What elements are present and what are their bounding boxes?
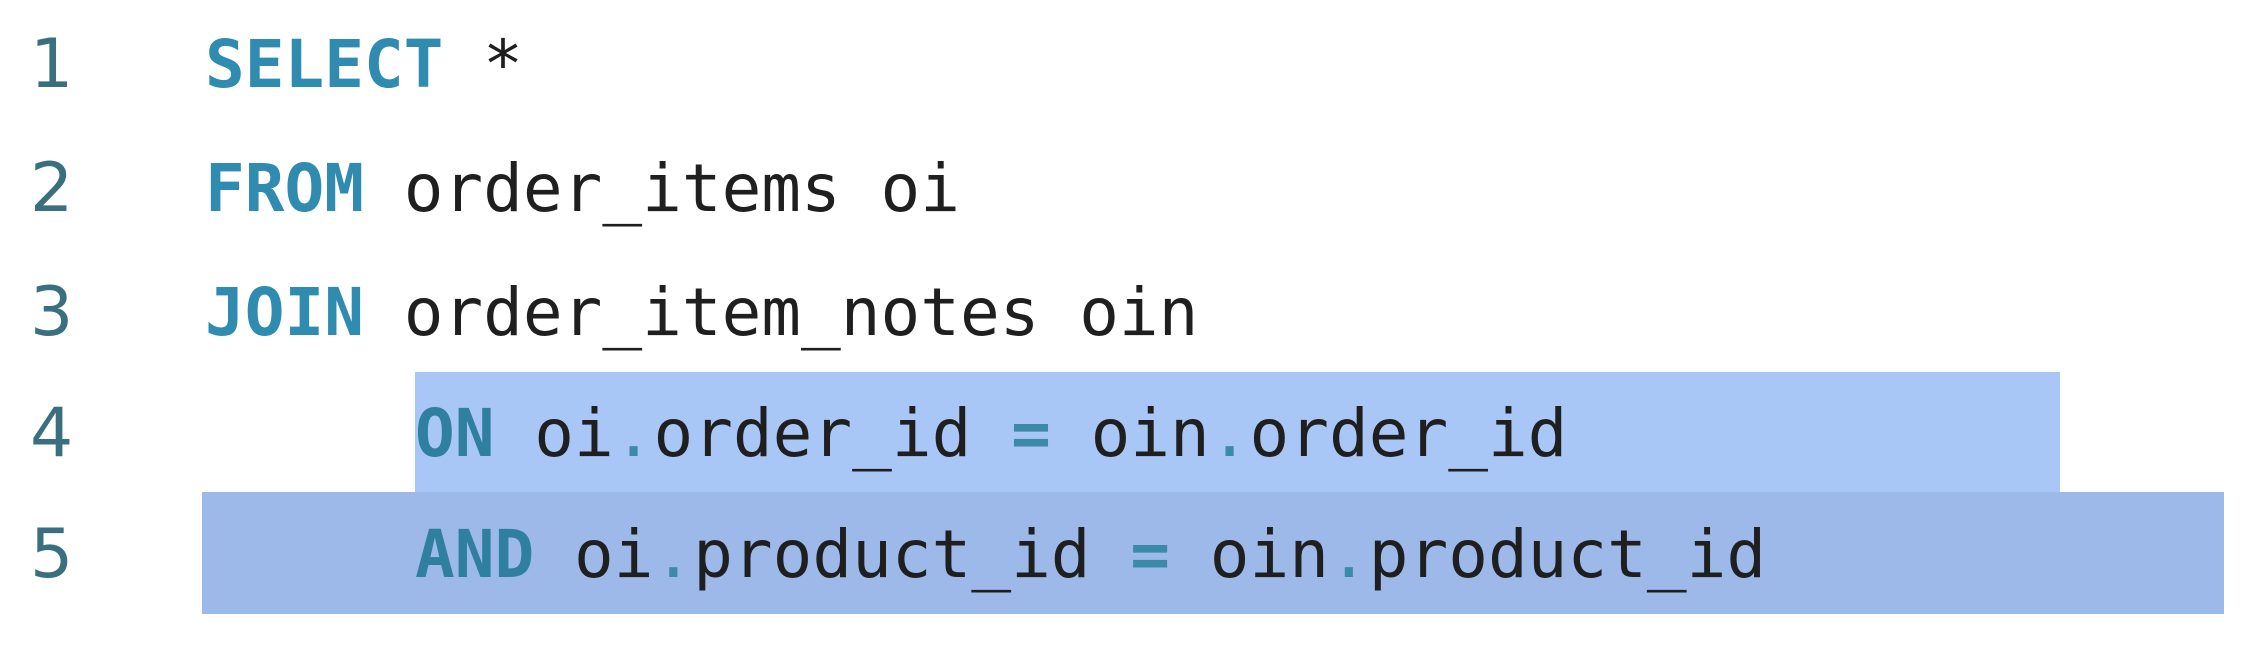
join-table: order_item_notes oin: [363, 274, 1199, 351]
from-table: order_items oi: [363, 150, 960, 227]
code-line-1[interactable]: 1 SELECT *: [0, 3, 2264, 127]
right-alias: oin: [1090, 395, 1210, 472]
code-line-3[interactable]: 3 JOIN order_item_notes oin: [0, 251, 2264, 375]
sql-keyword-join: JOIN: [205, 274, 364, 351]
code-text[interactable]: SELECT *: [205, 3, 523, 127]
code-text[interactable]: ON oi.order_id = oin.order_id: [415, 372, 1567, 496]
code-line-4[interactable]: 4 ON oi.order_id = oin.order_id: [0, 372, 2264, 496]
left-column: order_id: [653, 395, 972, 472]
member-dot: .: [653, 516, 694, 593]
code-text[interactable]: FROM order_items oi: [205, 127, 960, 251]
sql-keyword-on: ON: [415, 395, 495, 472]
left-alias: oi: [534, 516, 654, 593]
line-number: 2: [30, 149, 74, 228]
right-column: order_id: [1249, 395, 1568, 472]
right-alias: oin: [1209, 516, 1329, 593]
select-target: *: [443, 26, 523, 103]
code-line-2[interactable]: 2 FROM order_items oi: [0, 127, 2264, 251]
member-dot: .: [1328, 516, 1369, 593]
member-dot: .: [1209, 395, 1250, 472]
sql-keyword-from: FROM: [205, 150, 364, 227]
code-text[interactable]: AND oi.product_id = oin.product_id: [415, 493, 1766, 617]
line-number: 4: [30, 394, 74, 473]
equals-operator: =: [971, 395, 1091, 472]
sql-keyword-and: AND: [415, 516, 535, 593]
code-line-5[interactable]: 5 AND oi.product_id = oin.product_id: [0, 493, 2264, 617]
member-dot: .: [613, 395, 654, 472]
left-column: product_id: [693, 516, 1091, 593]
code-text[interactable]: JOIN order_item_notes oin: [205, 251, 1198, 375]
code-editor[interactable]: 1 SELECT * 2 FROM order_items oi 3 JOIN …: [0, 0, 2264, 652]
line-number: 5: [30, 515, 74, 594]
right-column: product_id: [1368, 516, 1767, 593]
left-alias: oi: [494, 395, 614, 472]
equals-operator: =: [1090, 516, 1210, 593]
line-number: 3: [30, 273, 74, 352]
sql-keyword-select: SELECT: [205, 26, 444, 103]
line-number: 1: [30, 25, 74, 104]
